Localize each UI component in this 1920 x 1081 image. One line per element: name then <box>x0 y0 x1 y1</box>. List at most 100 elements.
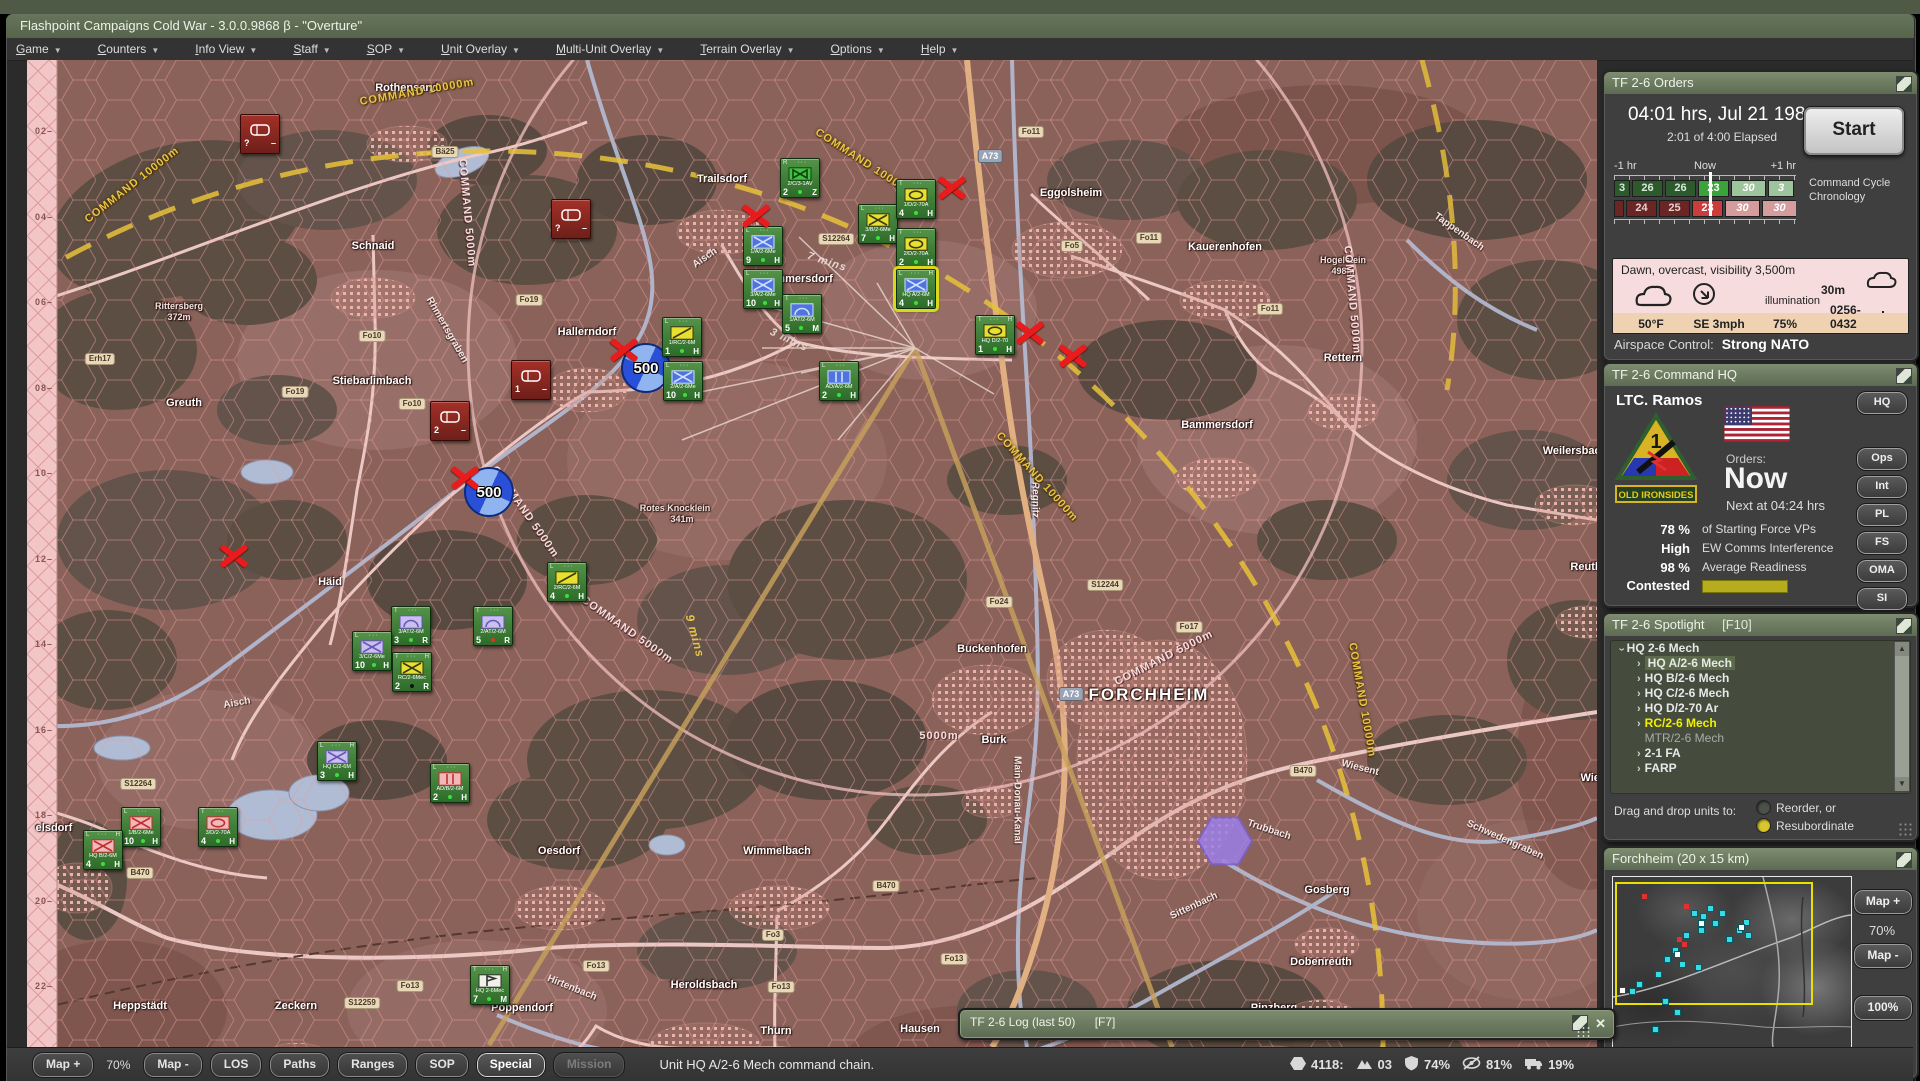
menu-multi-unit-overlay[interactable]: Multi-Unit Overlay▼ <box>547 42 673 56</box>
reorder-radio[interactable] <box>1756 800 1771 815</box>
menu-game[interactable]: Game▼ <box>7 42 71 56</box>
menu-staff[interactable]: Staff▼ <box>284 42 339 56</box>
log-resize-grip[interactable] <box>1576 1026 1590 1038</box>
orders-next: Next at 04:24 hrs <box>1726 498 1825 513</box>
unit-counter-hq-b-2-6m[interactable]: L···HHQ B/2-6M4H <box>83 830 123 870</box>
menu-options[interactable]: Options▼ <box>822 42 894 56</box>
toolbar-button-map-[interactable]: Map - <box>144 1053 201 1077</box>
minimap-unit-dot <box>1630 989 1635 994</box>
menu-help[interactable]: Help▼ <box>912 42 968 56</box>
tree-item-mtr-2-6-mech[interactable]: ›MTR/2-6 Mech <box>1611 731 1910 746</box>
hq-button-si[interactable]: SI <box>1857 588 1907 610</box>
minimap-image[interactable] <box>1612 876 1852 1048</box>
unit-counter-hq-d-2-70[interactable]: T···HHQ D/2-701H <box>975 315 1015 355</box>
tree-item-rc-2-6-mech[interactable]: ›RC/2-6 Mech <box>1611 716 1910 731</box>
unit-counter-1-b-2-6me[interactable]: L···1/B/2-6Me10H <box>121 807 161 847</box>
unit-counter-2-d-2-70a[interactable]: T···2/D/2-70A2H <box>896 228 936 268</box>
close-icon[interactable]: ✕ <box>1595 1011 1606 1036</box>
unit-counter-ad-a-2-6m[interactable]: L···AD/A/2-6M2H <box>819 361 859 401</box>
hex-row-label: 04– <box>27 212 53 222</box>
map-zoom-out-button[interactable]: Map - <box>1854 944 1912 968</box>
unit-counter-1-d-2-70a[interactable]: T···1/D/2-70A4H <box>896 179 936 219</box>
unit-counter-2-rc-2-6m[interactable]: L···2/RC/2-6M4H <box>547 562 587 602</box>
unit-counter-2-at-2-6m[interactable]: T···2/AT/2-6M5R <box>473 606 513 646</box>
tree-item-hq-2-6-mech[interactable]: ›HQ 2-6 Mech <box>1611 641 1910 656</box>
menu-terrain-overlay[interactable]: Terrain Overlay▼ <box>691 42 803 56</box>
bottom-toolbar: Map +70%Map -LOSPathsRangesSOPSpecialMis… <box>7 1047 1913 1081</box>
hq-panel-header[interactable]: TF 2-6 Command HQ <box>1604 364 1917 386</box>
enemy-counter[interactable]: 2– <box>430 401 470 441</box>
minimap-viewport[interactable] <box>1615 882 1813 1005</box>
toolbar-button-ranges[interactable]: Ranges <box>338 1053 407 1077</box>
unit-symbol <box>904 278 928 292</box>
toolbar-button-los[interactable]: LOS <box>211 1053 262 1077</box>
toolbar-button-map-[interactable]: Map + <box>33 1053 93 1077</box>
menu-counters[interactable]: Counters▼ <box>89 42 169 56</box>
unit-counter-3-a-2-6me[interactable]: L···3/A/2-6Me10H <box>743 269 783 309</box>
hq-button-fs[interactable]: FS <box>1857 532 1907 554</box>
tree-item-farp[interactable]: ›FARP <box>1611 761 1910 776</box>
orders-panel-header[interactable]: TF 2-6 Orders <box>1604 72 1917 94</box>
map-zoom-full-button[interactable]: 100% <box>1854 996 1912 1020</box>
unit-counter-ad-b-2-6m[interactable]: L···AD/B/2-6M2H <box>430 763 470 803</box>
tree-scrollbar[interactable]: ▲ ▼ <box>1894 642 1909 791</box>
unit-counter-2-c-3-1av[interactable]: R···2/C/3-1AV2Z <box>780 158 820 198</box>
menu-sop[interactable]: SOP▼ <box>358 42 414 56</box>
map-zoom-in-button[interactable]: Map + <box>1854 890 1912 914</box>
enemy-counter[interactable]: ?– <box>240 114 280 154</box>
enemy-counter[interactable]: ?– <box>551 199 591 239</box>
tree-item-hq-c-2-6-mech[interactable]: ›HQ C/2-6 Mech <box>1611 686 1910 701</box>
hq-button-pl[interactable]: PL <box>1857 504 1907 526</box>
elapsed-time: 2:01 of 4:00 Elapsed <box>1622 130 1822 144</box>
collapse-icon[interactable] <box>1896 368 1912 384</box>
scroll-down-icon[interactable]: ▼ <box>1895 777 1909 791</box>
spotlight-panel-header[interactable]: TF 2-6 Spotlight [F10] <box>1604 614 1917 636</box>
unit-counter-rc-2-6mec[interactable]: T···HRC/2-6Mec2R <box>392 652 432 692</box>
minimap-panel-header[interactable]: Forchheim (20 x 15 km) <box>1604 848 1917 870</box>
collapse-icon[interactable] <box>1896 76 1912 92</box>
hq-button-hq[interactable]: HQ <box>1857 392 1907 414</box>
resubordinate-radio[interactable] <box>1756 818 1771 833</box>
unit-counter-3-at-2-6m[interactable]: T···3/AT/2-6M3R <box>391 606 431 646</box>
hq-panel-title: TF 2-6 Command HQ <box>1612 367 1737 382</box>
resize-grip[interactable] <box>1899 823 1913 837</box>
collapse-icon[interactable] <box>1896 618 1912 634</box>
unit-counter-1-rc-2-6m[interactable]: L···1/RC/2-6M1H <box>662 317 702 357</box>
unit-counter-hq-c-2-6m[interactable]: L···HHQ C/2-6M3H <box>317 741 357 781</box>
hq-button-int[interactable]: Int <box>1857 476 1907 498</box>
toolbar-button-sop[interactable]: SOP <box>416 1053 467 1077</box>
cloud-icon <box>1627 281 1673 309</box>
unit-counter-hq-a-2-6m[interactable]: L···HHQ A/2-6M4H <box>896 269 936 309</box>
unit-counter-hq-2-6mec[interactable]: T···HHQ 2-6Mec7M <box>470 965 510 1005</box>
svg-text:OLD IRONSIDES: OLD IRONSIDES <box>1619 490 1694 501</box>
unit-counter-1-a-2-6me[interactable]: L···1/A/2-6Me9H <box>743 226 783 266</box>
tree-item-hq-a-2-6-mech[interactable]: ›HQ A/2-6 Mech <box>1611 656 1910 671</box>
unit-counter-3-d-2-70a[interactable]: T···3/D/2-70A4H <box>198 807 238 847</box>
tree-item-2-1-fa[interactable]: ›2-1 FA <box>1611 746 1910 761</box>
scroll-up-icon[interactable]: ▲ <box>1895 642 1909 656</box>
toolbar-button-special[interactable]: Special <box>477 1053 545 1077</box>
tree-item-hq-b-2-6-mech[interactable]: ›HQ B/2-6 Mech <box>1611 671 1910 686</box>
menu-info-view[interactable]: Info View▼ <box>186 42 266 56</box>
minimap-unit-dot <box>1653 1027 1658 1032</box>
cycle-caption: Command CycleChronology <box>1809 176 1913 204</box>
tree-item-hq-d-2-70-ar[interactable]: ›HQ D/2-70 Ar <box>1611 701 1910 716</box>
map-canvas[interactable]: 02–04–06–08–10–12–14–16–18–20–22–Rothens… <box>27 60 1597 1047</box>
enemy-counter[interactable]: 1– <box>511 360 551 400</box>
road-label: Fo11 <box>1018 126 1044 138</box>
unit-symbol <box>91 839 115 853</box>
collapse-icon[interactable] <box>1896 852 1912 868</box>
toolbar-button-paths[interactable]: Paths <box>270 1053 329 1077</box>
title-bar[interactable]: Flashpoint Campaigns Cold War - 3.0.0.98… <box>6 14 1914 38</box>
unit-counter-1-at-2-6m[interactable]: T···1/AT/2-6M5M <box>782 294 822 334</box>
start-button[interactable]: Start <box>1803 106 1905 156</box>
hq-button-oma[interactable]: OMA <box>1857 560 1907 582</box>
unit-counter-2-a-2-6me[interactable]: L···2/A/2-6Me10H <box>663 361 703 401</box>
hq-button-ops[interactable]: Ops <box>1857 448 1907 470</box>
unit-counter-3-b-2-6me[interactable]: L···3/B/2-6Me7H <box>858 204 898 244</box>
us-flag <box>1724 406 1790 442</box>
unit-counter-3-c-2-6me[interactable]: L···3/C/2-6Me10H <box>352 631 392 671</box>
log-panel[interactable]: TF 2-6 Log (last 50) [F7] ✕ <box>958 1008 1616 1040</box>
zoom-value-label: 70% <box>106 1058 130 1072</box>
menu-unit-overlay[interactable]: Unit Overlay▼ <box>432 42 529 56</box>
